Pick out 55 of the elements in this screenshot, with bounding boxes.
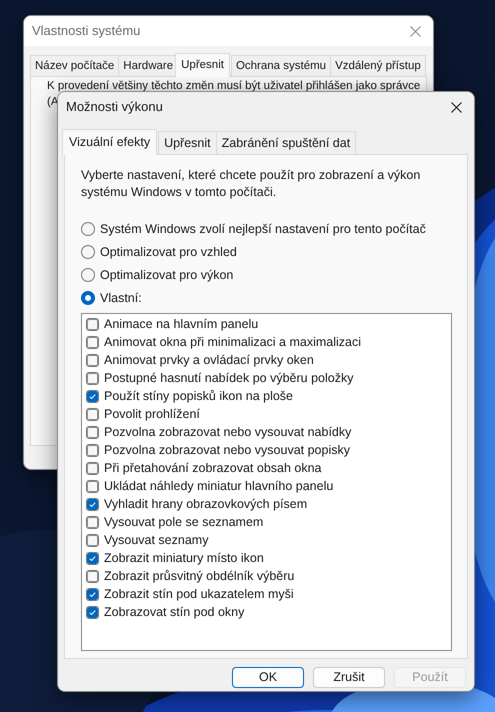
checkbox-label[interactable]: Vyhladit hrany obrazovkových písem (104, 495, 308, 514)
checkbox-label[interactable]: Pozvolna zobrazovat nebo vysouvat popisky (104, 441, 350, 460)
checkbox-label[interactable]: Vysouvat pole se seznamem (104, 513, 264, 532)
checkbox[interactable] (86, 516, 99, 530)
checkbox-label[interactable]: Zobrazit průsvitný obdélník výběru (104, 567, 294, 586)
tab[interactable]: Upřesnit (158, 131, 217, 154)
checkbox-label[interactable]: Při přetahování zobrazovat obsah okna (104, 459, 322, 478)
radio-label[interactable]: Optimalizovat pro výkon (100, 266, 234, 285)
radio-button[interactable] (81, 291, 95, 306)
dialog-button[interactable]: Zrušit (313, 666, 385, 688)
checkbox[interactable] (86, 408, 99, 422)
dialog-button[interactable]: OK (232, 666, 304, 688)
checkbox[interactable] (86, 606, 99, 620)
radio-button[interactable] (81, 245, 95, 260)
checkbox-label[interactable]: Zobrazovat stín pod okny (104, 603, 244, 622)
description-text: Vyberte nastavení, které chcete použít pro zobrazení a výkon systému Windows v tomto počítači. (81, 166, 422, 201)
checkbox[interactable] (86, 552, 99, 566)
checkbox-label[interactable]: Povolit prohlížení (104, 405, 200, 424)
tab[interactable]: Vzdálený přístup (330, 55, 426, 76)
checkbox[interactable] (86, 390, 99, 404)
checkbox[interactable] (86, 444, 99, 458)
window-title: Vlastnosti systému (32, 22, 140, 40)
checkbox-label[interactable]: Animovat prvky a ovládací prvky oken (104, 351, 314, 370)
checkbox[interactable] (86, 570, 99, 584)
checkbox-label[interactable]: Vysouvat seznamy (104, 531, 208, 550)
checkbox[interactable] (86, 318, 99, 332)
tab[interactable]: Vizuální efekty (62, 129, 158, 155)
radio-button[interactable] (81, 222, 95, 236)
checkbox[interactable] (86, 462, 99, 476)
checkbox-label[interactable]: Zobrazit miniatury místo ikon (104, 549, 264, 568)
checkbox[interactable] (86, 372, 99, 386)
checkbox-label[interactable]: Animace na hlavním panelu (104, 315, 258, 334)
checkbox[interactable] (86, 336, 99, 350)
checkbox[interactable] (86, 426, 99, 440)
checkbox-label[interactable]: Zobrazit stín pod ukazatelem myši (104, 585, 294, 604)
radio-button[interactable] (81, 268, 95, 282)
close-icon[interactable] (451, 102, 462, 112)
radio-label[interactable]: Vlastní: (100, 288, 142, 308)
radio-label[interactable]: Optimalizovat pro vzhled (100, 242, 237, 262)
tab[interactable]: Zabránění spuštění dat (216, 131, 356, 154)
checkbox[interactable] (86, 588, 99, 602)
checkbox[interactable] (86, 498, 99, 512)
tab[interactable]: Upřesnit (175, 53, 230, 78)
checkbox[interactable] (86, 480, 99, 494)
checkbox-label[interactable]: Ukládat náhledy miniatur hlavního panelu (104, 477, 334, 496)
checkbox-label[interactable]: Pozvolna zobrazovat nebo vysouvat nabídky (104, 423, 352, 442)
tab[interactable]: Název počítače (30, 55, 120, 76)
window-title: Možnosti výkonu (66, 98, 163, 116)
checkbox[interactable] (86, 354, 99, 368)
checkbox-label[interactable]: Postupné hasnutí nabídek po výběru položky (104, 369, 354, 388)
checkbox-label[interactable]: Použít stíny popisků ikon na ploše (104, 387, 294, 406)
radio-label[interactable]: Systém Windows zvolí nejlepší nastavení pro tento počítač (100, 220, 426, 239)
checkbox-label[interactable]: Animovat okna při minimalizaci a maximalizaci (104, 333, 362, 352)
tab[interactable]: Ochrana systému (230, 55, 332, 76)
checkbox[interactable] (86, 534, 99, 548)
